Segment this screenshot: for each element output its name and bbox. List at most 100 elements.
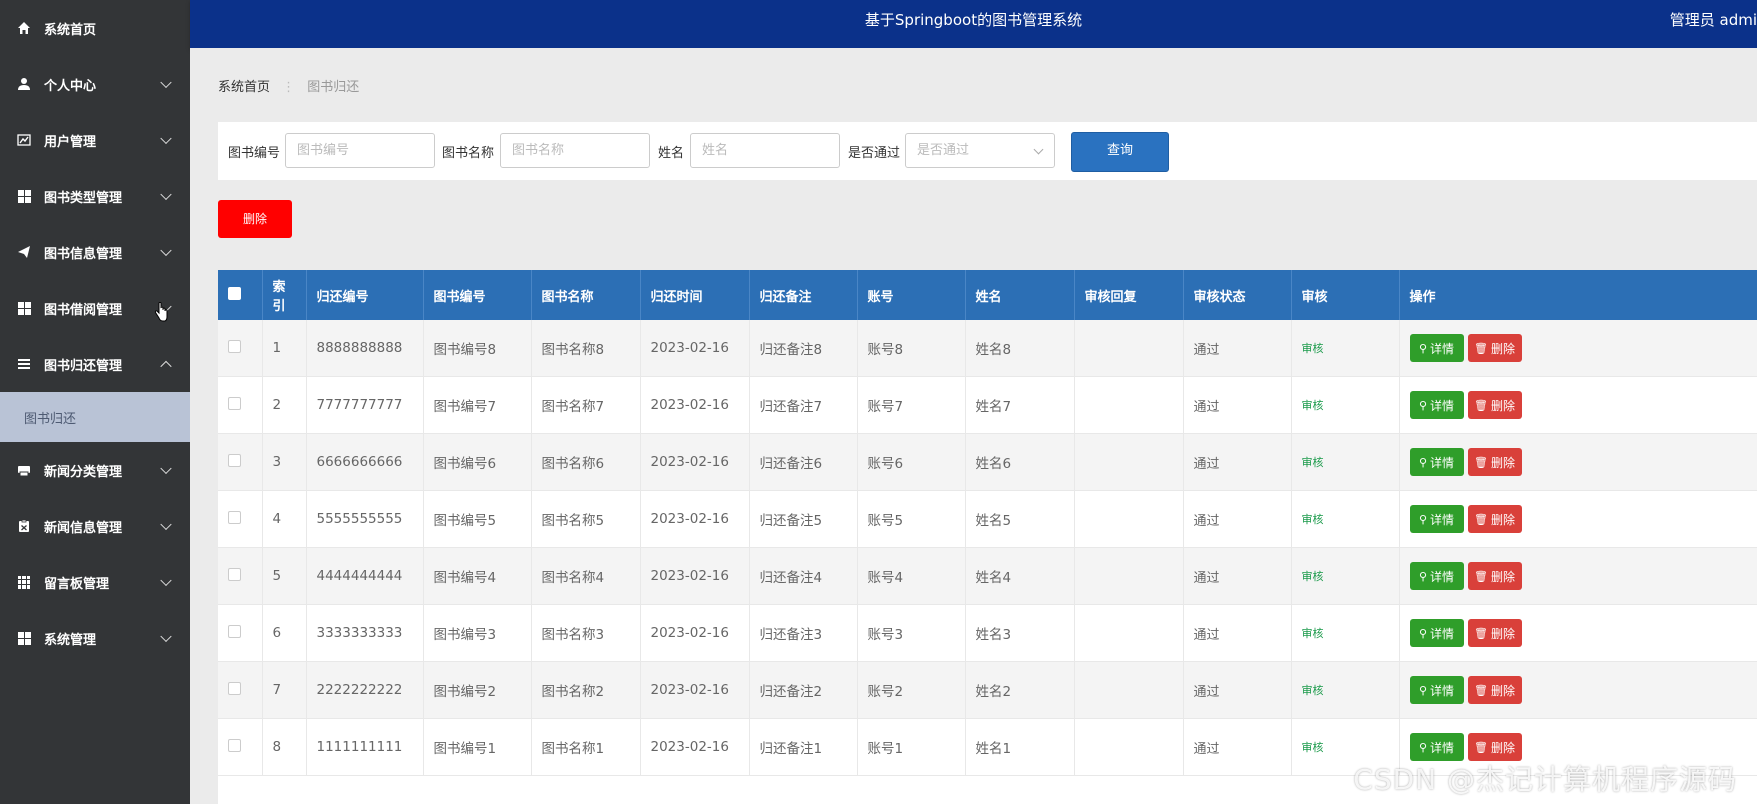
trash-icon: 🗑: [1474, 512, 1488, 526]
cell-name: 姓名6: [965, 433, 1075, 491]
row-checkbox-cell[interactable]: [218, 376, 263, 434]
book-name-input[interactable]: [500, 133, 650, 168]
delete-row-button[interactable]: 🗑 删除: [1467, 391, 1522, 419]
detail-button[interactable]: ⚲ 详情: [1409, 448, 1464, 476]
cell-audit[interactable]: 审核: [1291, 604, 1400, 662]
cell-operations: ⚲ 详情 🗑 删除: [1399, 661, 1757, 719]
cell-return-time: 2023-02-16: [640, 376, 750, 434]
chevron-down-icon: [160, 188, 172, 201]
cell-audit[interactable]: 审核: [1291, 376, 1400, 434]
sidebar-item-4[interactable]: 图书信息管理: [0, 224, 190, 280]
cell-status: 通过: [1183, 320, 1292, 377]
cell-audit[interactable]: 审核: [1291, 547, 1400, 605]
cell-audit[interactable]: 审核: [1291, 661, 1400, 719]
select-all-checkbox-cell[interactable]: [218, 270, 263, 320]
cell-return-no: 1111111111: [306, 718, 424, 776]
row-checkbox[interactable]: [228, 681, 241, 695]
row-checkbox-cell[interactable]: [218, 604, 263, 662]
sidebar-item-1[interactable]: 个人中心: [0, 56, 190, 112]
trash-icon: 🗑: [1474, 569, 1488, 583]
sidebar-item-7[interactable]: 新闻分类管理: [0, 442, 190, 498]
row-checkbox[interactable]: [228, 339, 241, 353]
sidebar-item-8[interactable]: 新闻信息管理: [0, 498, 190, 554]
trash-icon: 🗑: [1474, 455, 1488, 469]
cell-return-time: 2023-02-16: [640, 320, 750, 377]
row-checkbox[interactable]: [228, 510, 241, 524]
cell-reply: [1074, 433, 1184, 491]
watermark: CSDN @杰记计算机程序源码: [1353, 763, 1737, 796]
sidebar-item-0[interactable]: 系统首页: [0, 0, 190, 56]
cell-book-name: 图书名称6: [531, 433, 641, 491]
row-checkbox-cell[interactable]: [218, 320, 263, 377]
delete-row-button[interactable]: 🗑 删除: [1467, 505, 1522, 533]
breadcrumb: 系统首页 ⋮ 图书归还: [218, 76, 359, 95]
row-checkbox-cell[interactable]: [218, 433, 263, 491]
cell-remark: 归还备注2: [749, 661, 858, 719]
row-checkbox-cell[interactable]: [218, 490, 263, 548]
grid-icon: [16, 630, 32, 646]
detail-button[interactable]: ⚲ 详情: [1409, 505, 1464, 533]
cell-audit[interactable]: 审核: [1291, 433, 1400, 491]
chevron-down-icon: [160, 630, 172, 643]
detail-button[interactable]: ⚲ 详情: [1409, 619, 1464, 647]
sidebar-item-2[interactable]: 用户管理: [0, 112, 190, 168]
search-icon: ⚲: [1418, 398, 1428, 412]
search-icon: ⚲: [1418, 341, 1428, 355]
search-icon: ⚲: [1418, 569, 1428, 583]
cell-audit[interactable]: 审核: [1291, 490, 1400, 548]
passed-select[interactable]: 是否通过: [905, 133, 1055, 168]
detail-button[interactable]: ⚲ 详情: [1409, 562, 1464, 590]
sidebar-subitem-book-return[interactable]: 图书归还: [0, 392, 190, 442]
home-icon: [16, 20, 32, 36]
cell-status: 通过: [1183, 661, 1292, 719]
trash-icon: 🗑: [1474, 626, 1488, 640]
chevron-down-icon: [160, 518, 172, 531]
cell-account: 账号4: [857, 547, 966, 605]
row-checkbox[interactable]: [228, 624, 241, 638]
main-content: 系统首页 ⋮ 图书归还 图书编号 图书名称 姓名 是否通过 是否通过 查询 删除: [190, 48, 1757, 804]
delete-row-button[interactable]: 🗑 删除: [1467, 676, 1522, 704]
cell-reply: [1074, 547, 1184, 605]
delete-row-button[interactable]: 🗑 删除: [1467, 448, 1522, 476]
delete-row-button[interactable]: 🗑 删除: [1467, 619, 1522, 647]
grid9-icon: [16, 574, 32, 590]
cell-index: 4: [262, 490, 307, 548]
sidebar-item-label: 新闻信息管理: [44, 520, 123, 536]
query-button[interactable]: 查询: [1071, 132, 1169, 172]
cell-status: 通过: [1183, 604, 1292, 662]
row-checkbox-cell[interactable]: [218, 718, 263, 776]
book-no-input[interactable]: [285, 133, 435, 168]
chevron-up-icon: [160, 360, 172, 373]
detail-button[interactable]: ⚲ 详情: [1409, 676, 1464, 704]
name-input[interactable]: [690, 133, 840, 168]
row-checkbox-cell[interactable]: [218, 661, 263, 719]
select-all-checkbox[interactable]: [228, 286, 241, 300]
row-checkbox-cell[interactable]: [218, 547, 263, 605]
delete-row-button[interactable]: 🗑 删除: [1467, 562, 1522, 590]
cell-return-time: 2023-02-16: [640, 604, 750, 662]
user-menu[interactable]: 管理员 admi: [1670, 0, 1757, 40]
search-icon: ⚲: [1418, 740, 1428, 754]
detail-button[interactable]: ⚲ 详情: [1409, 334, 1464, 362]
sidebar-item-label: 图书类型管理: [44, 190, 123, 206]
sidebar-item-label: 图书信息管理: [44, 246, 123, 262]
delete-row-button[interactable]: 🗑 删除: [1467, 733, 1522, 761]
sidebar-item-label: 系统管理: [44, 632, 97, 648]
sidebar-item-9[interactable]: 留言板管理: [0, 554, 190, 610]
cell-book-name: 图书名称7: [531, 376, 641, 434]
row-checkbox[interactable]: [228, 567, 241, 581]
row-checkbox[interactable]: [228, 453, 241, 467]
delete-button-label: 删除: [1490, 569, 1515, 584]
detail-button[interactable]: ⚲ 详情: [1409, 733, 1464, 761]
row-checkbox[interactable]: [228, 396, 241, 410]
sidebar-item-10[interactable]: 系统管理: [0, 610, 190, 666]
cell-audit[interactable]: 审核: [1291, 320, 1400, 377]
row-checkbox[interactable]: [228, 738, 241, 752]
sidebar-item-6[interactable]: 图书归还管理: [0, 336, 190, 392]
detail-button[interactable]: ⚲ 详情: [1409, 391, 1464, 419]
batch-delete-button[interactable]: 删除: [218, 200, 292, 238]
breadcrumb-home[interactable]: 系统首页: [218, 80, 270, 95]
sidebar-item-3[interactable]: 图书类型管理: [0, 168, 190, 224]
delete-row-button[interactable]: 🗑 删除: [1467, 334, 1522, 362]
cell-remark: 归还备注4: [749, 547, 858, 605]
